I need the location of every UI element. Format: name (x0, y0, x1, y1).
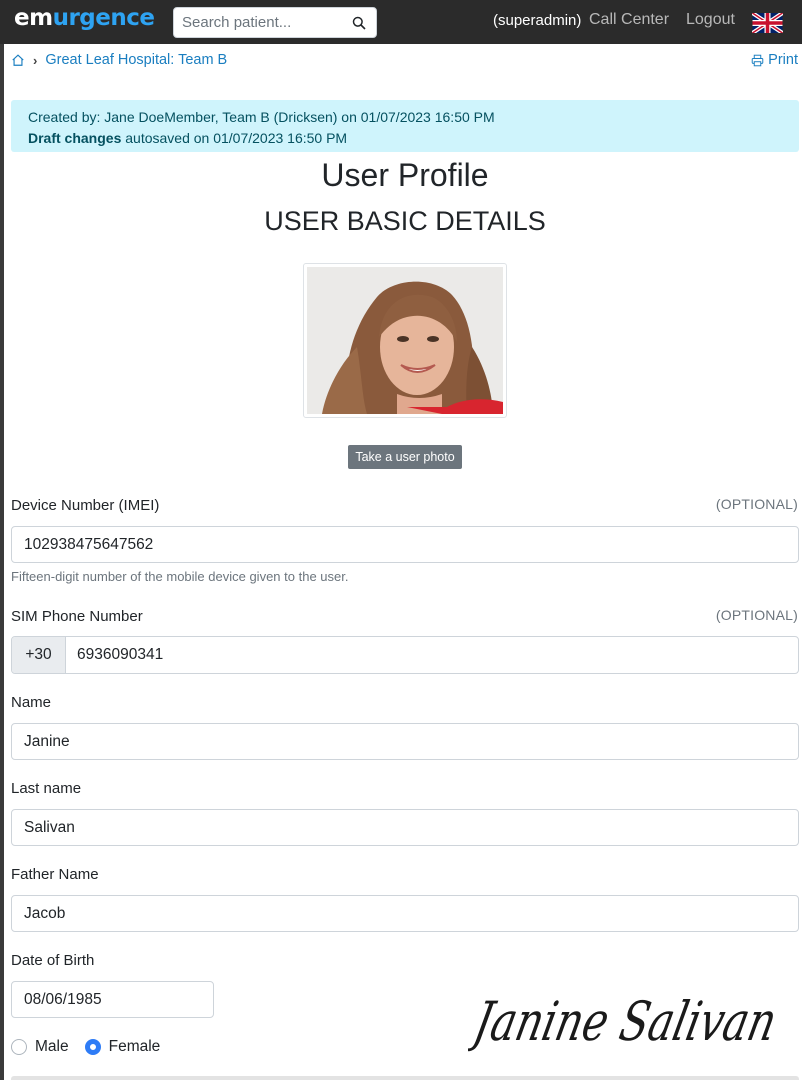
autosave-alert: Created by: Jane DoeMember, Team B (Dric… (11, 100, 799, 152)
sim-phone-group: +30 6936090341 (11, 636, 799, 674)
sim-label: SIM Phone Number (11, 608, 143, 625)
current-user: (superadmin) (493, 12, 582, 29)
chevron-right-icon: › (33, 52, 38, 68)
breadcrumb-hospital-link[interactable]: Great Leaf Hospital: Team B (45, 52, 227, 68)
print-button[interactable]: Print (751, 52, 798, 68)
user-signature: Janine Salivan (468, 990, 782, 1053)
name-input[interactable]: Janine (11, 723, 799, 760)
section-title: USER BASIC DETAILS (264, 206, 546, 236)
created-by-text: Created by: Jane DoeMember, Team B (Dric… (28, 109, 495, 125)
name-label: Name (11, 694, 52, 711)
dob-input[interactable]: 08/06/1985 (11, 981, 214, 1018)
gender-radio-group: Male Female (11, 1038, 176, 1056)
draft-status-text: Draft changes autosaved on 01/07/2023 16… (28, 130, 348, 146)
page-title: User Profile (321, 157, 489, 193)
brand-logo[interactable]: emurgence (14, 5, 155, 31)
imei-optional-badge: (OPTIONAL) (715, 496, 798, 512)
print-label: Print (768, 52, 798, 68)
search-button[interactable] (342, 8, 376, 37)
last-name-input[interactable]: Salivan (11, 809, 799, 846)
imei-help-text: Fifteen-digit number of the mobile devic… (11, 569, 349, 584)
uk-flag-icon[interactable] (752, 13, 783, 33)
call-center-link[interactable]: Call Center (589, 11, 669, 29)
svg-text:Janine Salivan: Janine Salivan (468, 990, 782, 1053)
user-photo-frame (303, 263, 507, 418)
next-section-edge (11, 1076, 799, 1080)
gender-male-radio[interactable] (11, 1039, 27, 1055)
imei-input[interactable]: 102938475647562 (11, 526, 799, 563)
gender-female-label[interactable]: Female (109, 1038, 161, 1056)
search-input[interactable] (174, 8, 344, 37)
user-photo (307, 267, 503, 414)
last-name-label: Last name (11, 780, 82, 797)
logout-link[interactable]: Logout (686, 11, 735, 29)
home-icon[interactable] (11, 53, 25, 67)
dob-label: Date of Birth (11, 952, 95, 969)
search-box (173, 7, 377, 38)
sim-optional-badge: (OPTIONAL) (715, 607, 798, 623)
father-name-input[interactable]: Jacob (11, 895, 799, 932)
imei-label: Device Number (IMEI) (11, 497, 160, 514)
search-icon (352, 16, 366, 30)
phone-prefix[interactable]: +30 (12, 637, 66, 673)
take-photo-button[interactable]: Take a user photo (348, 445, 462, 469)
father-name-label: Father Name (11, 866, 99, 883)
breadcrumb: › Great Leaf Hospital: Team B (11, 52, 227, 68)
printer-icon (751, 54, 764, 66)
sim-phone-input[interactable]: 6936090341 (66, 637, 163, 673)
gender-male-label[interactable]: Male (35, 1038, 69, 1056)
gender-female-radio[interactable] (84, 1039, 101, 1055)
top-navbar: emurgence (superadmin) Call Center Logou… (0, 0, 802, 44)
